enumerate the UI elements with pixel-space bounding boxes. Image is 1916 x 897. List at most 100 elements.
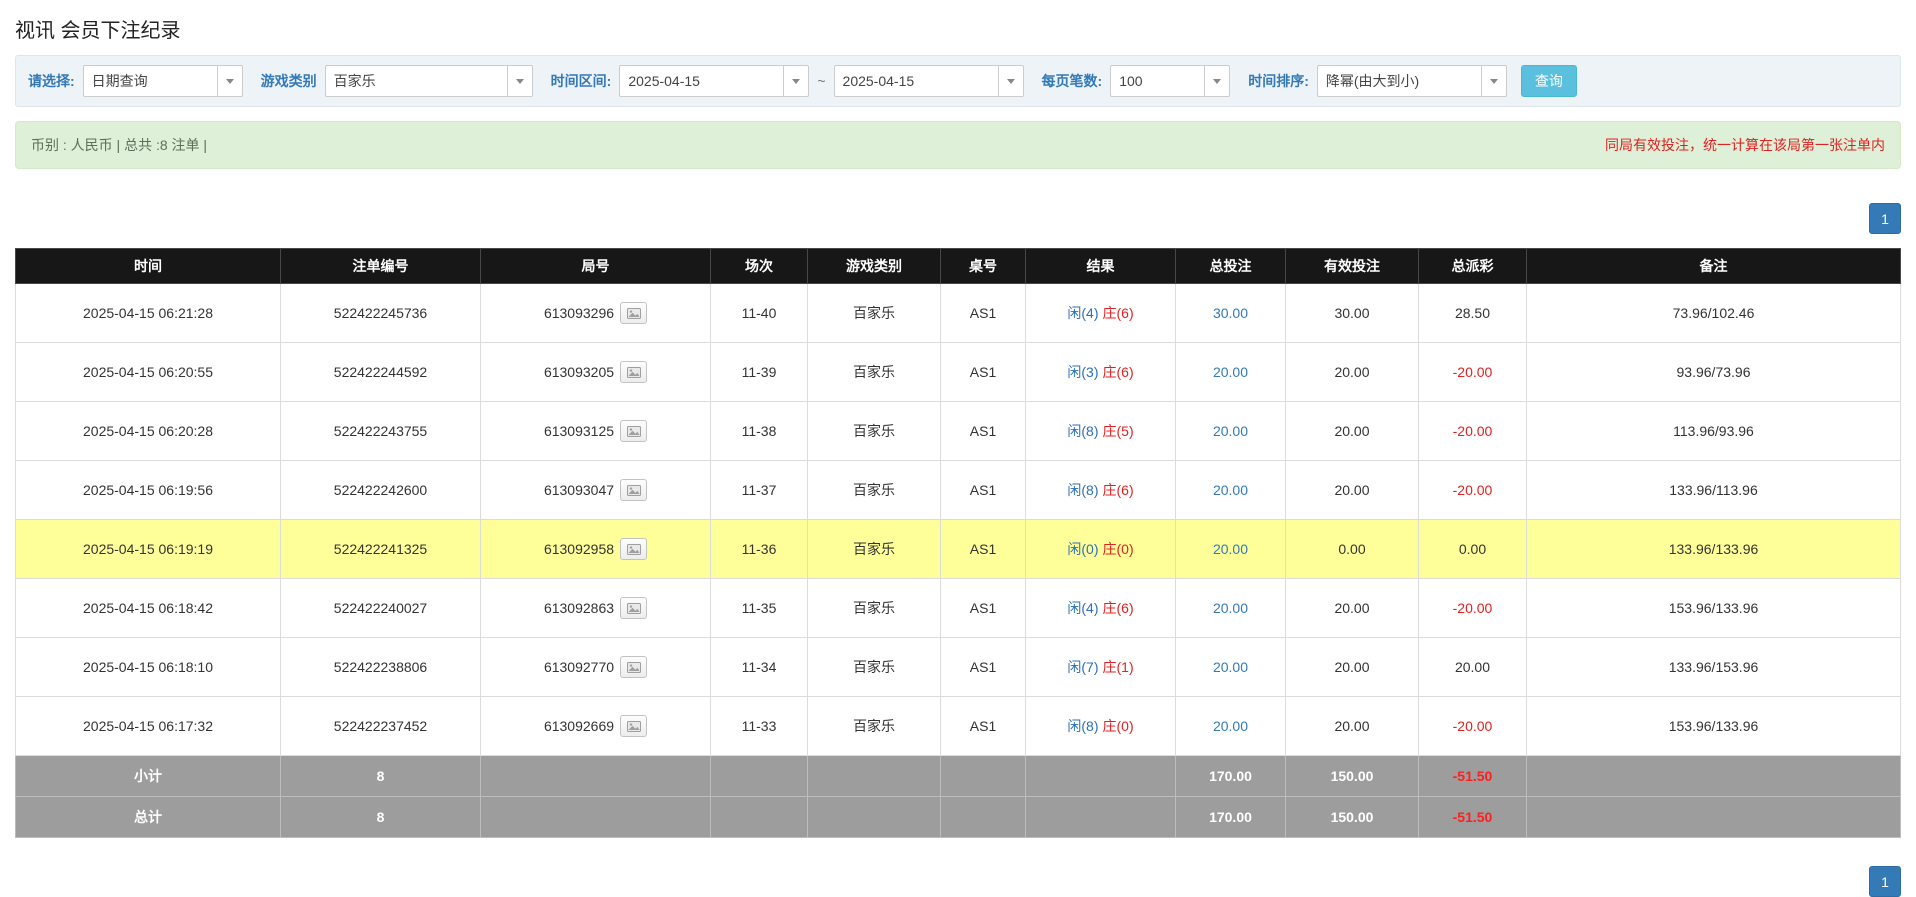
chevron-down-icon — [792, 79, 800, 84]
date-type-input[interactable] — [83, 65, 217, 97]
result-player: 闲(0) — [1067, 541, 1098, 557]
cell-note: 113.96/93.96 — [1527, 402, 1901, 461]
range-separator: ~ — [817, 73, 825, 89]
footer-empty-cell — [808, 797, 941, 838]
round-video-button[interactable] — [620, 656, 647, 678]
total-bet-link[interactable]: 20.00 — [1213, 718, 1248, 734]
total-bet-link[interactable]: 20.00 — [1213, 482, 1248, 498]
game-type-dropdown-button[interactable] — [507, 65, 533, 97]
cell-valid-bet: 20.00 — [1286, 343, 1419, 402]
table-body: 2025-04-15 06:21:28 522422245736 6130932… — [16, 284, 1901, 756]
video-image-icon — [627, 721, 641, 732]
round-video-button[interactable] — [620, 597, 647, 619]
cell-time: 2025-04-15 06:20:28 — [16, 402, 281, 461]
date-to-input[interactable] — [834, 65, 998, 97]
sort-select[interactable] — [1317, 65, 1507, 97]
round-id: 613093205 — [544, 364, 614, 380]
chevron-down-icon — [516, 79, 524, 84]
cell-time: 2025-04-15 06:19:19 — [16, 520, 281, 579]
footer-empty-cell — [711, 797, 808, 838]
cell-table: AS1 — [941, 461, 1026, 520]
cell-bet-id: 522422237452 — [281, 697, 481, 756]
round-video-button[interactable] — [620, 302, 647, 324]
page-size-select[interactable] — [1110, 65, 1230, 97]
table-row: 2025-04-15 06:19:19 522422241325 6130929… — [16, 520, 1901, 579]
game-type-select[interactable] — [325, 65, 533, 97]
date-from-dropdown-button[interactable] — [783, 65, 809, 97]
total-bet-link[interactable]: 20.00 — [1213, 600, 1248, 616]
round-video-button[interactable] — [620, 479, 647, 501]
total-bet-link[interactable]: 20.00 — [1213, 541, 1248, 557]
total-bet-link[interactable]: 20.00 — [1213, 364, 1248, 380]
cell-session: 11-35 — [711, 579, 808, 638]
round-id: 613093296 — [544, 305, 614, 321]
cell-time: 2025-04-15 06:18:10 — [16, 638, 281, 697]
date-from-input[interactable] — [619, 65, 783, 97]
cell-payout: 28.50 — [1419, 284, 1527, 343]
col-result: 结果 — [1026, 249, 1176, 284]
page-size-label: 每页笔数: — [1042, 71, 1103, 91]
date-from-select[interactable] — [619, 65, 809, 97]
subtotal-payout: -51.50 — [1419, 756, 1527, 797]
result-banker: 庄(6) — [1103, 364, 1134, 380]
round-video-button[interactable] — [620, 715, 647, 737]
game-type-input[interactable] — [325, 65, 507, 97]
cell-valid-bet: 0.00 — [1286, 520, 1419, 579]
sort-input[interactable] — [1317, 65, 1481, 97]
round-video-button[interactable] — [620, 420, 647, 442]
game-type-label: 游戏类别 — [261, 71, 317, 91]
col-bet-id: 注单编号 — [281, 249, 481, 284]
cell-total-bet: 20.00 — [1176, 402, 1286, 461]
chevron-down-icon — [1490, 79, 1498, 84]
chevron-down-icon — [1213, 79, 1221, 84]
result-player: 闲(8) — [1067, 718, 1098, 734]
chevron-down-icon — [1007, 79, 1015, 84]
date-to-select[interactable] — [834, 65, 1024, 97]
cell-session: 11-36 — [711, 520, 808, 579]
search-button[interactable]: 查询 — [1521, 65, 1577, 97]
cell-note: 153.96/133.96 — [1527, 697, 1901, 756]
pagination-page-1[interactable]: 1 — [1869, 203, 1901, 234]
video-image-icon — [627, 485, 641, 496]
cell-round: 613092770 — [481, 638, 711, 697]
cell-game-type: 百家乐 — [808, 520, 941, 579]
result-player: 闲(4) — [1067, 305, 1098, 321]
sort-dropdown-button[interactable] — [1481, 65, 1507, 97]
page-size-dropdown-button[interactable] — [1204, 65, 1230, 97]
round-video-button[interactable] — [620, 538, 647, 560]
cell-time: 2025-04-15 06:21:28 — [16, 284, 281, 343]
footer-empty-cell — [941, 797, 1026, 838]
round-id: 613093125 — [544, 423, 614, 439]
date-to-dropdown-button[interactable] — [998, 65, 1024, 97]
total-bet-link[interactable]: 20.00 — [1213, 659, 1248, 675]
total-bet-link[interactable]: 20.00 — [1213, 423, 1248, 439]
date-type-select[interactable] — [83, 65, 243, 97]
round-video-button[interactable] — [620, 361, 647, 383]
cell-table: AS1 — [941, 402, 1026, 461]
cell-round: 613092863 — [481, 579, 711, 638]
total-bet-link[interactable]: 30.00 — [1213, 305, 1248, 321]
result-player: 闲(4) — [1067, 600, 1098, 616]
col-note: 备注 — [1527, 249, 1901, 284]
page: 视讯 会员下注纪录 请选择: 游戏类别 时间区间: ~ 每页笔数: 时间排序: — [0, 14, 1916, 897]
cell-result: 闲(4)庄(6) — [1026, 284, 1176, 343]
page-size-input[interactable] — [1110, 65, 1204, 97]
result-banker: 庄(0) — [1103, 718, 1134, 734]
cell-bet-id: 522422245736 — [281, 284, 481, 343]
table-row: 2025-04-15 06:20:55 522422244592 6130932… — [16, 343, 1901, 402]
video-image-icon — [627, 662, 641, 673]
cell-round: 613093125 — [481, 402, 711, 461]
round-id: 613092669 — [544, 718, 614, 734]
pagination-bottom-page-1[interactable]: 1 — [1869, 866, 1901, 897]
select-type-label: 请选择: — [28, 71, 75, 91]
page-title: 视讯 会员下注纪录 — [15, 14, 1901, 43]
cell-session: 11-39 — [711, 343, 808, 402]
table-footer: 小计 8 170.00 150.00 -51.50 总计 8 — [16, 756, 1901, 838]
cell-valid-bet: 20.00 — [1286, 402, 1419, 461]
video-image-icon — [627, 544, 641, 555]
footer-empty-cell — [808, 756, 941, 797]
col-game-type: 游戏类别 — [808, 249, 941, 284]
cell-result: 闲(8)庄(6) — [1026, 461, 1176, 520]
cell-result: 闲(7)庄(1) — [1026, 638, 1176, 697]
date-type-dropdown-button[interactable] — [217, 65, 243, 97]
